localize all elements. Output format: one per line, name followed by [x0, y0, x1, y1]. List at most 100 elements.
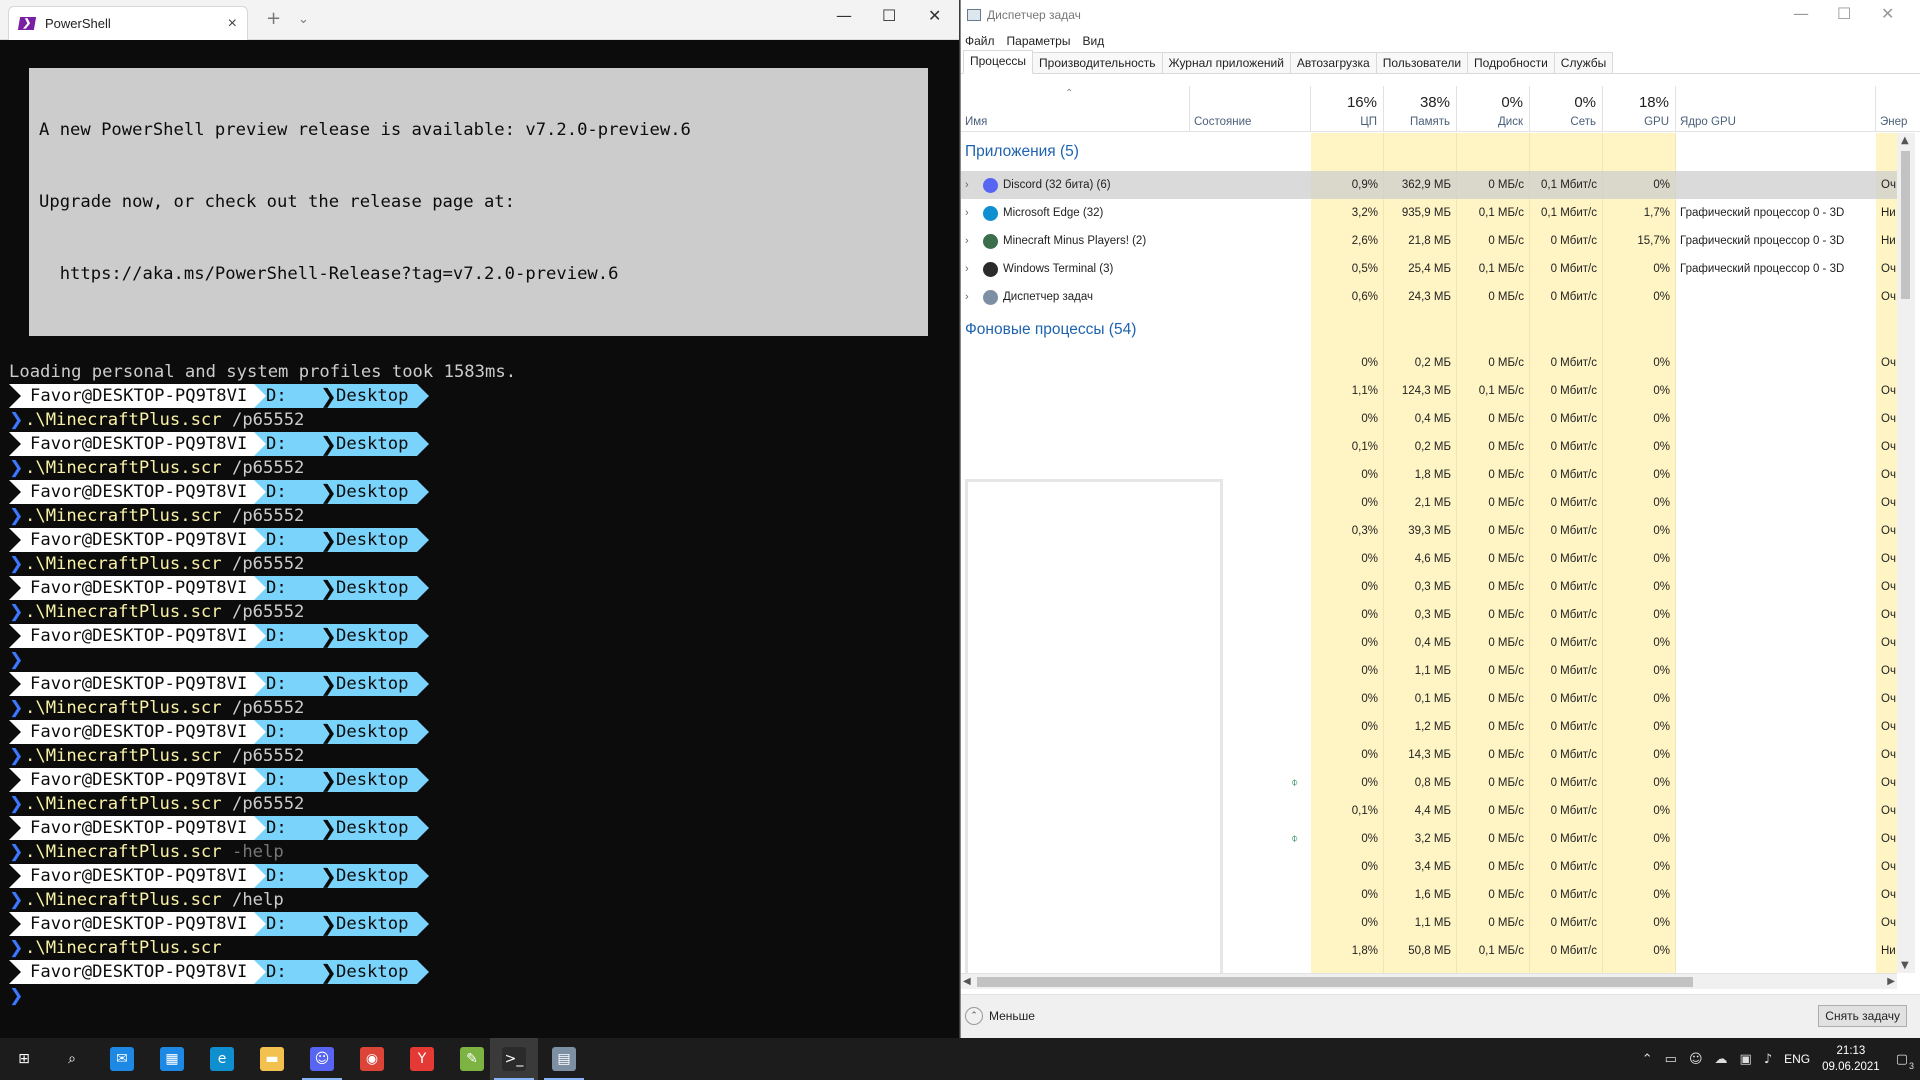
- tab-app-history[interactable]: Журнал приложений: [1161, 52, 1291, 73]
- taskbar-yandex-button[interactable]: Y: [398, 1038, 446, 1080]
- background-process-row[interactable]: 0,1% 0,2 МБ 0 МБ/с 0 Мбит/с 0% Оч: [961, 433, 1897, 461]
- tab-services[interactable]: Службы: [1553, 52, 1614, 73]
- taskbar-start-button[interactable]: ⊞: [0, 1038, 48, 1080]
- column-gpu[interactable]: 18% GPU: [1603, 86, 1676, 132]
- scroll-up-icon[interactable]: ▲: [1901, 135, 1909, 146]
- column-disk[interactable]: 0% Диск: [1457, 86, 1530, 132]
- column-energy[interactable]: Энер: [1876, 86, 1920, 132]
- prompt-dir-segment: ❯ Desktop: [318, 480, 417, 504]
- chevron-up-icon[interactable]: ⌃: [1642, 1052, 1653, 1067]
- prompt-dir: Desktop: [336, 866, 409, 886]
- close-tab-icon[interactable]: ×: [228, 15, 237, 33]
- taskbar-search-button[interactable]: ⌕: [48, 1038, 96, 1080]
- column-status[interactable]: Состояние: [1190, 86, 1311, 132]
- process-row-discord[interactable]: › Discord (32 бита) (6) 0,9% 362,9 МБ 0 МБ/с…: [961, 171, 1897, 199]
- taskbar-notepad-button[interactable]: ✎: [448, 1038, 496, 1080]
- process-list[interactable]: Приложения (5) › Discord (32 бита) (6) 0,9%…: [961, 133, 1897, 973]
- vertical-scroll-thumb[interactable]: [1901, 151, 1910, 299]
- cell-mem: 0,3 МБ: [1414, 581, 1451, 593]
- fewer-details-button[interactable]: ⌃ Меньше: [965, 1007, 1035, 1025]
- expand-chevron-icon[interactable]: ›: [965, 227, 969, 255]
- tab-details[interactable]: Подробности: [1467, 52, 1555, 73]
- menu-options[interactable]: Параметры: [1007, 34, 1071, 48]
- language-indicator[interactable]: ENG: [1784, 1052, 1810, 1066]
- taskbar-store-button[interactable]: ▦: [148, 1038, 196, 1080]
- prompt-caret-icon: ❯: [9, 794, 24, 814]
- notification-icon[interactable]: ▢ 3: [1896, 1052, 1914, 1071]
- cell-gpu: 0%: [1653, 637, 1670, 649]
- process-row-taskmgr[interactable]: › Диспетчер задач 0,6% 24,3 МБ 0 МБ/с 0 Мбит/…: [961, 283, 1897, 311]
- taskbar-explorer-button[interactable]: ▬: [248, 1038, 296, 1080]
- column-network[interactable]: 0% Сеть: [1530, 86, 1603, 132]
- tab-users[interactable]: Пользователи: [1375, 52, 1469, 73]
- expand-chevron-icon[interactable]: ›: [965, 255, 969, 283]
- column-gpu-engine[interactable]: Ядро GPU: [1676, 86, 1876, 132]
- taskbar-taskmgr-button[interactable]: ▤: [540, 1038, 588, 1080]
- prompt-drive-segment: D:: [254, 384, 318, 408]
- chevron-right-icon: ❯: [320, 432, 337, 456]
- cell-mem: 14,3 МБ: [1408, 749, 1451, 761]
- column-memory[interactable]: 38% Память: [1384, 86, 1457, 132]
- expand-chevron-icon[interactable]: ›: [965, 171, 969, 199]
- taskbar-chrome-button[interactable]: ◉: [348, 1038, 396, 1080]
- maximize-icon[interactable]: ☐: [1837, 4, 1851, 23]
- cell-energy: Оч: [1881, 777, 1896, 789]
- cell-mem: 0,2 МБ: [1414, 357, 1451, 369]
- prompt-user-segment: Favor@DESKTOP-PQ9T8VI: [9, 528, 254, 552]
- background-process-row[interactable]: 1,1% 124,3 МБ 0,1 МБ/с 0 Мбит/с 0% Оч: [961, 377, 1897, 405]
- cell-mem: 4,6 МБ: [1414, 553, 1451, 565]
- clock-time: 21:13: [1836, 1045, 1866, 1057]
- expand-chevron-icon[interactable]: ›: [965, 199, 969, 227]
- terminal-tab[interactable]: ❯ PowerShell ×: [8, 6, 248, 40]
- volume-icon[interactable]: ♪: [1764, 1052, 1772, 1067]
- command-arg: /p65552: [231, 746, 305, 766]
- prompt-line: Favor@DESKTOP-PQ9T8VI D: ❯ Desktop: [9, 384, 958, 408]
- cloud-icon[interactable]: ☁: [1715, 1052, 1728, 1067]
- clock[interactable]: 21:13 09.06.2021: [1822, 1043, 1880, 1075]
- scroll-right-icon[interactable]: ▶: [1887, 976, 1895, 987]
- background-process-row[interactable]: 0% 0,4 МБ 0 МБ/с 0 Мбит/с 0% Оч: [961, 405, 1897, 433]
- minimize-icon[interactable]: —: [1793, 4, 1809, 23]
- column-cpu[interactable]: 16% ЦП: [1311, 86, 1384, 132]
- horizontal-scroll-thumb[interactable]: [977, 977, 1693, 987]
- vertical-scrollbar[interactable]: ▲ ▼: [1897, 133, 1915, 973]
- prompt-drive: D:: [266, 386, 287, 406]
- minimize-icon[interactable]: —: [836, 6, 852, 25]
- background-process-row[interactable]: 0% 0,2 МБ 0 МБ/с 0 Мбит/с 0% Оч: [961, 349, 1897, 377]
- cell-mem: 2,1 МБ: [1414, 497, 1451, 509]
- menu-view[interactable]: Вид: [1082, 34, 1104, 48]
- cell-net: 0 Мбит/с: [1550, 291, 1597, 303]
- process-row-terminal[interactable]: › Windows Terminal (3) 0,5% 25,4 МБ 0,1 МБ/с…: [961, 255, 1897, 283]
- taskbar-mail-button[interactable]: ✉: [98, 1038, 146, 1080]
- active-command-line[interactable]: ❯: [9, 984, 958, 1008]
- terminal-output[interactable]: A new PowerShell preview release is avai…: [0, 40, 958, 1038]
- cell-cpu: 0%: [1361, 497, 1378, 509]
- process-row-minecraft[interactable]: › Minecraft Minus Players! (2) 2,6% 21,8 МБ…: [961, 227, 1897, 255]
- prompt-user-segment: Favor@DESKTOP-PQ9T8VI: [9, 960, 254, 984]
- maximize-icon[interactable]: ☐: [882, 6, 896, 25]
- chevron-down-icon[interactable]: ⌄: [298, 12, 309, 27]
- horizontal-scrollbar[interactable]: ◀ ▶: [961, 973, 1897, 989]
- close-window-icon[interactable]: ✕: [928, 6, 941, 25]
- tablet-icon[interactable]: ▭: [1665, 1052, 1677, 1067]
- scroll-down-icon[interactable]: ▼: [1901, 960, 1909, 971]
- prompt-user: Favor@DESKTOP-PQ9T8VI: [30, 626, 248, 646]
- column-name[interactable]: ⌃ Имя: [961, 86, 1190, 132]
- end-task-button[interactable]: Снять задачу: [1818, 1005, 1907, 1027]
- close-window-icon[interactable]: ✕: [1881, 4, 1894, 23]
- taskbar-edge-button[interactable]: e: [198, 1038, 246, 1080]
- menu-file[interactable]: Файл: [965, 34, 995, 48]
- tab-performance[interactable]: Производительность: [1032, 52, 1163, 73]
- taskbar-terminal-button[interactable]: >_: [490, 1038, 538, 1080]
- taskbar-discord-button[interactable]: ☺: [298, 1038, 346, 1080]
- new-tab-icon[interactable]: +: [266, 8, 281, 29]
- cell-gpu: 0%: [1653, 581, 1670, 593]
- process-row-edge[interactable]: › Microsoft Edge (32) 3,2% 935,9 МБ 0,1 МБ/с…: [961, 199, 1897, 227]
- tab-processes[interactable]: Процессы: [963, 50, 1034, 74]
- scroll-left-icon[interactable]: ◀: [963, 976, 971, 987]
- discord-tray-icon[interactable]: ☺: [1689, 1052, 1703, 1067]
- expand-chevron-icon[interactable]: ›: [965, 283, 969, 311]
- tab-startup[interactable]: Автозагрузка: [1289, 52, 1377, 73]
- network-icon[interactable]: ▣: [1740, 1052, 1752, 1067]
- cell-energy: Оч: [1881, 721, 1896, 733]
